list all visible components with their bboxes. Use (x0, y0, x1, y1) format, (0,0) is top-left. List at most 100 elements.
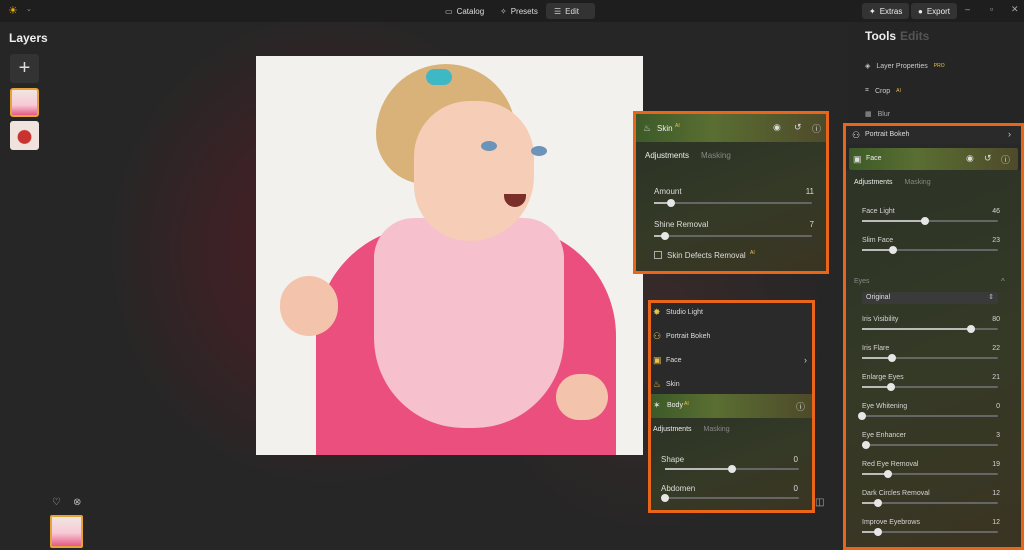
body-panel: ✶ Body AI ⓘ Adjustments Masking Shape 0 Abd… (648, 300, 815, 513)
extras-button[interactable]: ✦ Extras (862, 3, 910, 19)
slider-label: Shine Removal (654, 220, 709, 229)
slider-track[interactable] (661, 494, 799, 502)
slider-knob[interactable] (920, 217, 929, 225)
tab-presets[interactable]: ✧ Presets (492, 3, 546, 19)
slider-knob[interactable] (661, 232, 670, 240)
compare-icon[interactable]: ◫ (815, 497, 824, 508)
slider-knob[interactable] (886, 383, 895, 391)
restore-icon[interactable]: ▫ (990, 4, 993, 14)
slider-knob[interactable] (874, 528, 883, 536)
layer-thumbnail[interactable] (10, 88, 39, 117)
face-header[interactable]: ▣ Face ◉ ↺ ⓘ (849, 148, 1018, 170)
slider-track[interactable] (862, 470, 998, 478)
slider-value: 3 (996, 432, 1000, 439)
collapse-icon[interactable]: ^ (1001, 277, 1005, 286)
skin-defects-checkbox[interactable] (654, 251, 662, 259)
tab-adjustments[interactable]: Adjustments (653, 426, 692, 433)
list-item-label: Skin (666, 381, 680, 388)
slider-track[interactable] (858, 412, 998, 420)
slider-knob[interactable] (889, 246, 898, 254)
slider-label: Face Light (862, 208, 895, 215)
slider-track[interactable] (862, 217, 998, 225)
slider-track[interactable] (862, 354, 998, 362)
add-layer-button[interactable]: + (10, 54, 39, 83)
tool-blur[interactable]: ▦ Blur (865, 110, 890, 119)
layer-thumbnail[interactable] (10, 121, 39, 150)
slider-label: Eye Whitening (862, 403, 908, 410)
tab-masking[interactable]: Masking (704, 426, 730, 433)
list-item-label: Studio Light (666, 309, 703, 316)
slider-label: Iris Flare (862, 345, 890, 352)
close-icon[interactable]: ✕ (1011, 4, 1019, 15)
list-item[interactable]: ▣ Face › (651, 352, 812, 372)
slider-label: Amount (654, 187, 682, 196)
eye-icon[interactable]: ◉ (966, 153, 974, 164)
slider-knob[interactable] (874, 499, 883, 507)
skin-body: Adjustments Masking Skin Defects Removal… (636, 142, 826, 271)
tool-crop[interactable]: ⌗ Crop AI (865, 87, 901, 95)
sliders-icon: ☰ (554, 6, 562, 16)
slider-label: Iris Visibility (862, 316, 899, 323)
export-icon: ● (918, 6, 923, 16)
slider-knob[interactable] (661, 494, 669, 502)
slider-label: Red Eye Removal (862, 461, 919, 468)
slider-track[interactable] (862, 383, 998, 391)
chevron-down-icon[interactable]: ⌄ (26, 5, 32, 13)
slider-value: 46 (992, 208, 1000, 215)
tool-layer-properties[interactable]: ◈ Layer Properties PRO (865, 62, 945, 71)
export-button[interactable]: ● Export (911, 3, 957, 19)
slider-track[interactable] (665, 465, 799, 473)
app-logo-icon[interactable]: ☀ (8, 4, 24, 18)
tab-edits[interactable]: Edits (900, 29, 929, 43)
slider-knob[interactable] (887, 354, 896, 362)
tab-adjustments[interactable]: Adjustments (645, 151, 689, 160)
slider-label: Dark Circles Removal (862, 490, 930, 497)
slider-fill (862, 328, 971, 330)
eye-icon[interactable]: ◉ (773, 122, 781, 133)
reject-icon[interactable]: ⊗ (73, 497, 81, 508)
info-icon[interactable]: ⓘ (1001, 153, 1010, 166)
slider-knob[interactable] (862, 441, 871, 449)
info-icon[interactable]: ⓘ (796, 400, 805, 413)
tab-catalog[interactable]: ▭ Catalog (437, 3, 492, 19)
slider-track[interactable] (862, 246, 998, 254)
tab-adjustments[interactable]: Adjustments (854, 179, 893, 186)
tab-tools[interactable]: Tools (865, 29, 896, 43)
slider-knob[interactable] (667, 199, 676, 207)
info-icon[interactable]: ⓘ (812, 122, 821, 135)
portrait-bokeh-icon: ⚇ (653, 331, 662, 341)
slider-knob[interactable] (966, 325, 975, 333)
chevron-right-icon: › (804, 355, 807, 365)
skin-panel: ♨ Skin AI ◉ ↺ ⓘ Adjustments Masking Skin … (633, 111, 829, 274)
slider-track[interactable] (862, 528, 998, 536)
undo-icon[interactable]: ↺ (984, 153, 992, 164)
tab-masking[interactable]: Masking (701, 151, 731, 160)
list-item[interactable]: ✸ Studio Light (651, 304, 812, 324)
slider-track[interactable] (862, 499, 998, 507)
tool-portrait-bokeh[interactable]: ⚇ Portrait Bokeh › (846, 126, 1021, 144)
crop-icon: ⌗ (865, 87, 869, 94)
slider-knob[interactable] (883, 470, 892, 478)
body-header[interactable]: ✶ Body AI ⓘ (651, 394, 812, 418)
slider-track[interactable] (862, 325, 998, 333)
skin-icon: ♨ (643, 123, 652, 133)
slider-track[interactable] (654, 232, 812, 240)
tab-edit[interactable]: ☰ Edit (546, 3, 595, 19)
slider-knob[interactable] (858, 412, 866, 420)
heart-icon[interactable]: ♡ (52, 497, 61, 508)
slider-label: Slim Face (862, 237, 894, 244)
list-item[interactable]: ⚇ Portrait Bokeh (651, 328, 812, 348)
list-item[interactable]: ♨ Skin (651, 376, 812, 396)
filmstrip-thumbnail[interactable] (50, 515, 83, 548)
body-icon: ✶ (653, 400, 661, 410)
minimize-icon[interactable]: – (965, 4, 970, 14)
face-body: Adjustments Masking Eyes ^ Original ⇕ Fa… (846, 170, 1021, 547)
skin-header[interactable]: ♨ Skin AI ◉ ↺ ⓘ (636, 114, 826, 142)
slider-knob[interactable] (728, 465, 736, 473)
tab-masking[interactable]: Masking (905, 179, 931, 186)
eyes-preset-dropdown[interactable]: Original ⇕ (862, 292, 998, 304)
slider-track[interactable] (862, 441, 998, 449)
slider-track[interactable] (654, 199, 812, 207)
undo-icon[interactable]: ↺ (794, 122, 802, 133)
layers-icon: ◈ (865, 63, 871, 70)
